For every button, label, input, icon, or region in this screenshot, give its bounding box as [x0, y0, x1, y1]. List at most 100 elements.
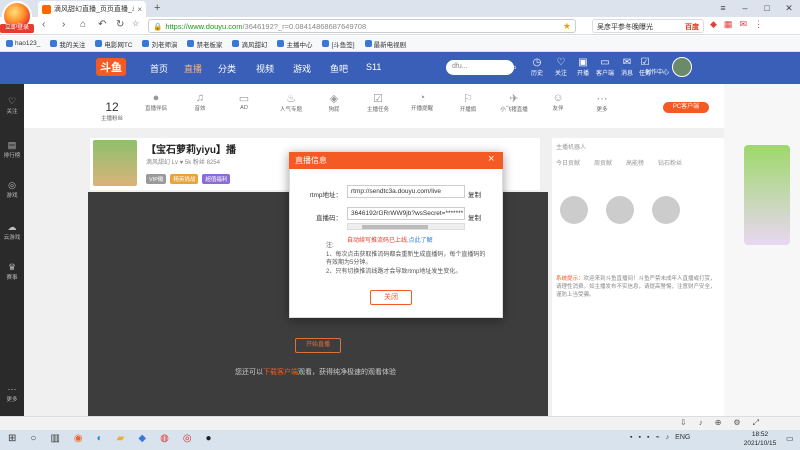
- tray-icon[interactable]: ▪: [630, 434, 632, 441]
- promo-banner[interactable]: [744, 145, 790, 245]
- avatar[interactable]: [606, 196, 634, 224]
- tab-today[interactable]: 今日贡献: [556, 158, 580, 167]
- forward-icon[interactable]: ›: [62, 19, 65, 30]
- network-icon[interactable]: ⌁: [655, 433, 659, 441]
- tab-diamond[interactable]: 钻石粉丝: [658, 158, 682, 167]
- sidebar-item-more[interactable]: ⋯ 更多: [0, 384, 24, 403]
- volume-icon[interactable]: ♪: [666, 434, 670, 441]
- history-button[interactable]: ◷ 历史: [524, 57, 550, 77]
- bookmark-item[interactable]: 滴风甜幻: [232, 39, 267, 49]
- obs-icon[interactable]: ●: [206, 433, 212, 444]
- minimize-icon[interactable]: –: [734, 0, 756, 17]
- nav-video[interactable]: 视频: [256, 62, 274, 75]
- zoom-icon[interactable]: ⊕: [715, 418, 722, 428]
- nav-game[interactable]: 游戏: [293, 62, 311, 75]
- baidu-search-engine[interactable]: 百度: [685, 22, 699, 31]
- tool-item[interactable]: ♨ 人气专题: [275, 92, 307, 113]
- language-indicator[interactable]: ENG: [675, 434, 690, 441]
- undo-icon[interactable]: ↶: [98, 19, 106, 30]
- nav-yuba[interactable]: 鱼吧: [330, 62, 348, 75]
- favorites-icon[interactable]: ☆: [132, 19, 139, 28]
- game-icon[interactable]: ◆: [710, 19, 717, 30]
- nav-s11[interactable]: S11: [366, 62, 381, 72]
- tray-icon[interactable]: ▪: [647, 434, 649, 441]
- dialog-close-icon[interactable]: ×: [488, 153, 494, 165]
- download-client-link[interactable]: 下载客户端: [263, 369, 298, 376]
- bookmark-item[interactable]: 电影网TC: [95, 39, 132, 49]
- search-icon[interactable]: ○: [30, 433, 36, 444]
- bookmark-item[interactable]: 刘老师演: [142, 39, 177, 49]
- bookmark-star-icon[interactable]: ★: [563, 21, 571, 32]
- reload-icon[interactable]: ↻: [116, 19, 124, 30]
- avatar[interactable]: [652, 196, 680, 224]
- browser-tab[interactable]: 滴风甜幻直播_页页直播_斗鱼... ×: [38, 1, 146, 17]
- tool-item[interactable]: ◈ 狗屁: [318, 92, 350, 113]
- tool-item[interactable]: ● 直播伴侣: [140, 92, 172, 112]
- copy-rtmp-button[interactable]: 复制: [468, 189, 481, 199]
- sidebar-item-follow[interactable]: ♡ 关注: [0, 96, 24, 115]
- douyu-logo[interactable]: 斗鱼: [96, 58, 126, 76]
- user-avatar[interactable]: [672, 57, 692, 77]
- bookmark-item[interactable]: 我的关注: [50, 39, 85, 49]
- badge[interactable]: VIP徽: [146, 174, 167, 184]
- tool-item[interactable]: ▭ AD: [228, 92, 260, 111]
- windows-start-icon[interactable]: ⊞: [8, 433, 16, 444]
- bookmark-item[interactable]: [斗鱼签]: [322, 39, 355, 49]
- creator-center-button[interactable]: 创作中心: [640, 67, 674, 76]
- bookmark-item[interactable]: 主播中心: [277, 39, 312, 49]
- tool-item[interactable]: ⚐ 开播旗: [452, 92, 484, 113]
- tool-item[interactable]: ◔ 开播提醒: [406, 92, 438, 112]
- site-search-icon[interactable]: ⌕: [512, 62, 517, 73]
- back-icon[interactable]: ‹: [42, 19, 45, 30]
- new-tab-icon[interactable]: +: [154, 2, 160, 14]
- code-scrollbar[interactable]: [347, 223, 465, 230]
- apps-icon[interactable]: ▦: [724, 19, 733, 30]
- pc-client-button[interactable]: PC客户端: [663, 102, 709, 113]
- bookmark-item[interactable]: 禁老板家: [187, 39, 222, 49]
- nav-home[interactable]: 首页: [150, 62, 168, 75]
- tool-item[interactable]: ⋯ 更多: [586, 92, 618, 113]
- tray-icon[interactable]: ▪: [638, 434, 640, 441]
- url-bar[interactable]: 🔒 https://www.douyu.com /3646192?_r=0.08…: [148, 19, 576, 33]
- netease-music-icon[interactable]: ◎: [183, 433, 192, 444]
- login-tag[interactable]: 立即登录: [0, 24, 34, 33]
- mail-icon[interactable]: ✉: [739, 19, 747, 30]
- sidebar-item-cloud-game[interactable]: ☁ 云游戏: [0, 222, 24, 241]
- settings-icon[interactable]: ⚙: [733, 418, 740, 428]
- nav-category[interactable]: 分类: [218, 62, 236, 75]
- sidebar-item-rank[interactable]: ▤ 排行榜: [0, 140, 24, 159]
- stream-code-field[interactable]: 3646192rGRrWW9jb?wsSecret=*******: [347, 207, 465, 220]
- tool-item[interactable]: ✈ 小飞猪直播: [498, 92, 530, 113]
- task-view-icon[interactable]: ▥: [50, 433, 59, 444]
- sidebar-item-game[interactable]: ◎ 游戏: [0, 180, 24, 199]
- streamer-avatar[interactable]: [93, 140, 137, 186]
- tab-close-icon[interactable]: ×: [137, 5, 142, 14]
- tool-item[interactable]: ☺ 友伴: [542, 92, 574, 112]
- avatar[interactable]: [560, 196, 588, 224]
- notification-icon[interactable]: ▭: [786, 434, 794, 443]
- rtmp-address-field[interactable]: rtmp://sendtc3a.douyu.com/live: [347, 185, 465, 198]
- site-search-input[interactable]: dfu...: [446, 60, 514, 75]
- bookmark-item[interactable]: 最新电视剧: [364, 39, 406, 49]
- app-icon[interactable]: ◍: [160, 433, 169, 444]
- tool-item[interactable]: ☑ 主播任务: [362, 92, 394, 113]
- maximize-icon[interactable]: □: [756, 0, 778, 17]
- sound-icon[interactable]: ♪: [699, 418, 703, 428]
- menu-icon[interactable]: ≡: [712, 0, 734, 17]
- clock[interactable]: 18:52 2021/10/15: [738, 430, 782, 448]
- tool-item[interactable]: ♫ 音效: [184, 92, 216, 112]
- tab-energy[interactable]: 高能榜: [626, 158, 644, 167]
- extensions-icon[interactable]: ⋮: [754, 19, 763, 30]
- nav-live[interactable]: 直播: [184, 62, 202, 75]
- file-explorer-icon[interactable]: ▰: [117, 433, 125, 444]
- copy-code-button[interactable]: 复制: [468, 212, 481, 222]
- start-live-button[interactable]: 开始直播: [295, 338, 341, 353]
- badge[interactable]: 精英挑战: [170, 174, 199, 184]
- browser-search-box[interactable]: 吴彦平参冬晚曝光 百度: [592, 19, 704, 33]
- window-close-icon[interactable]: ✕: [778, 0, 800, 17]
- edge-icon[interactable]: ◐: [97, 433, 103, 444]
- store-icon[interactable]: ◆: [138, 433, 146, 444]
- fullscreen-icon[interactable]: ⤢: [753, 418, 759, 428]
- home-icon[interactable]: ⌂: [80, 19, 86, 30]
- browser-app-icon[interactable]: ◉: [74, 433, 83, 444]
